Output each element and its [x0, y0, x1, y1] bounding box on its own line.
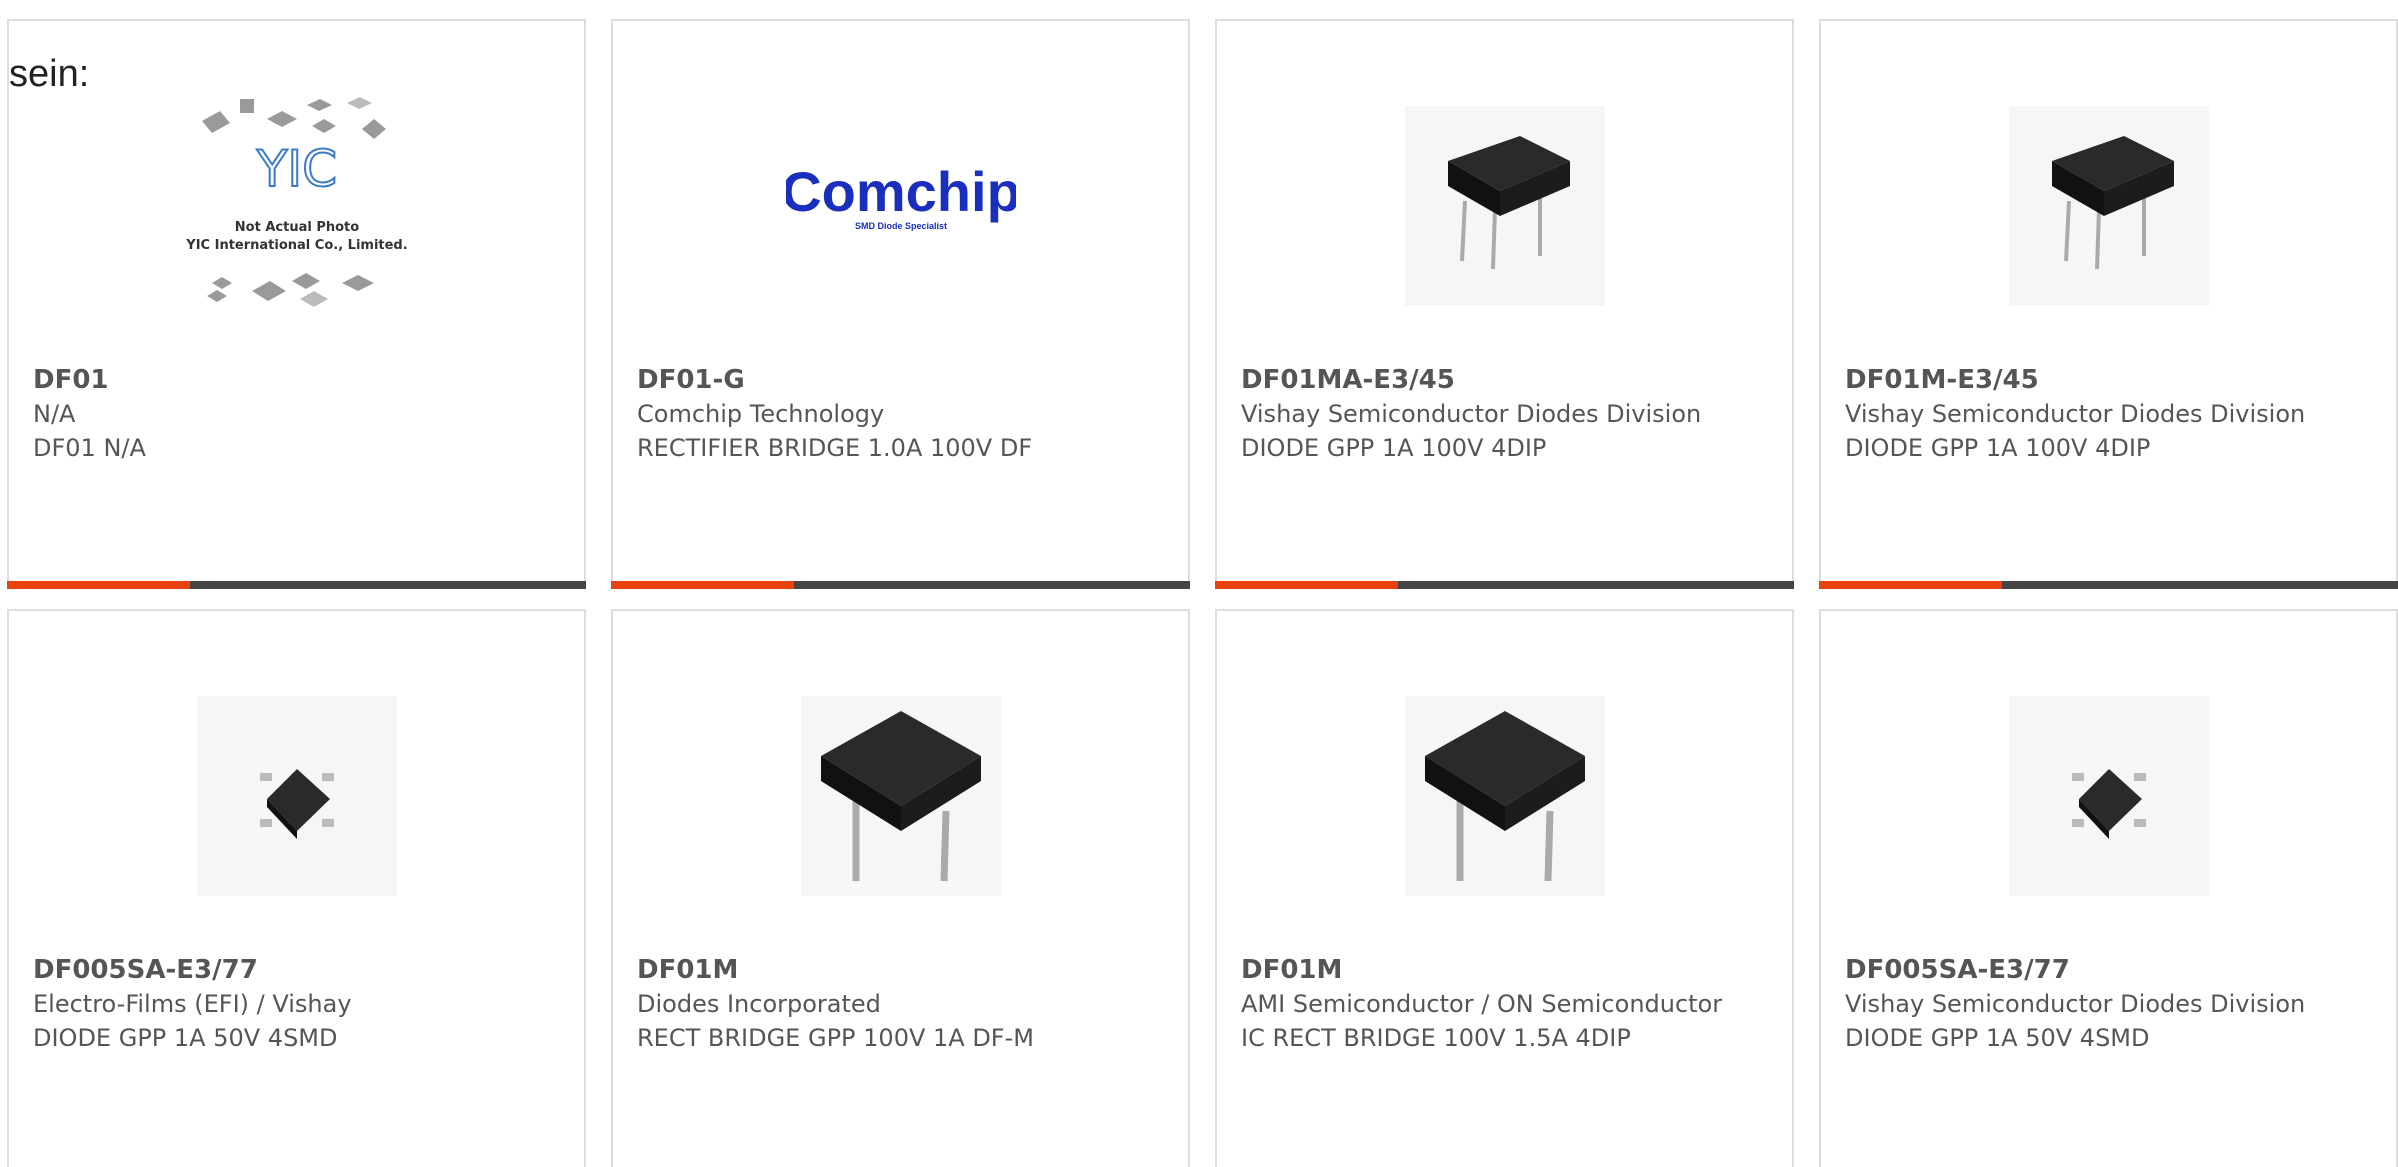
product-card[interactable]: DF01M-E3/45 Vishay Semiconductor Diodes …: [1819, 19, 2398, 589]
description: DIODE GPP 1A 50V 4SMD: [1845, 1024, 2150, 1052]
manufacturer: Comchip Technology: [637, 400, 885, 428]
smd-package-image[interactable]: [182, 681, 412, 911]
dip-package-image[interactable]: [786, 681, 1016, 911]
description: DIODE GPP 1A 100V 4DIP: [1241, 434, 1547, 462]
manufacturer: Vishay Semiconductor Diodes Division: [1241, 400, 1702, 428]
product-info: DF01M AMI Semiconductor / ON Semiconduct…: [1241, 953, 1761, 1055]
product-grid: sein: YIC Not Actual Photo YIC Internati…: [0, 0, 2398, 1167]
product-card[interactable]: DF01M AMI Semiconductor / ON Semiconduct…: [1215, 609, 1794, 1167]
accent-fill: [1215, 581, 1398, 589]
accent-fill: [7, 581, 190, 589]
dip-package-image[interactable]: [1994, 91, 2224, 321]
part-number[interactable]: DF01M-E3/45: [1845, 363, 2365, 397]
part-number[interactable]: DF005SA-E3/77: [1845, 953, 2365, 987]
part-number[interactable]: DF01MA-E3/45: [1241, 363, 1761, 397]
accent-fill: [1819, 581, 2002, 589]
product-card[interactable]: Comchip SMD Diode Specialist DF01-G Comc…: [611, 19, 1190, 589]
product-card[interactable]: DF005SA-E3/77 Vishay Semiconductor Diode…: [1819, 609, 2398, 1167]
part-number[interactable]: DF005SA-E3/77: [33, 953, 553, 987]
dip-package-image[interactable]: [1390, 91, 1620, 321]
manufacturer: AMI Semiconductor / ON Semiconductor: [1241, 990, 1723, 1018]
product-info: DF01M Diodes Incorporated RECT BRIDGE GP…: [637, 953, 1157, 1055]
manufacturer: Vishay Semiconductor Diodes Division: [1845, 400, 2306, 428]
manufacturer: N/A: [33, 400, 76, 428]
product-info: DF01 N/A DF01 N/A: [33, 363, 553, 465]
product-card[interactable]: DF005SA-E3/77 Electro-Films (EFI) / Vish…: [7, 609, 586, 1167]
product-info: DF005SA-E3/77 Vishay Semiconductor Diode…: [1845, 953, 2365, 1055]
card-accent-bar: [1215, 581, 1794, 589]
svg-text:Not Actual Photo: Not Actual Photo: [234, 220, 358, 235]
part-number[interactable]: DF01-G: [637, 363, 1157, 397]
description: RECTIFIER BRIDGE 1.0A 100V DF: [637, 434, 1033, 462]
product-card[interactable]: DF01MA-E3/45 Vishay Semiconductor Diodes…: [1215, 19, 1794, 589]
description: DF01 N/A: [33, 434, 146, 462]
description: DIODE GPP 1A 50V 4SMD: [33, 1024, 338, 1052]
dip-package-image[interactable]: [1390, 681, 1620, 911]
card-accent-bar: [1819, 581, 2398, 589]
card-accent-bar: [7, 581, 586, 589]
manufacturer: Diodes Incorporated: [637, 990, 881, 1018]
product-info: DF005SA-E3/77 Electro-Films (EFI) / Vish…: [33, 953, 553, 1055]
description: DIODE GPP 1A 100V 4DIP: [1845, 434, 2151, 462]
accent-fill: [611, 581, 794, 589]
svg-text:Comchip: Comchip: [786, 160, 1016, 223]
manufacturer: Vishay Semiconductor Diodes Division: [1845, 990, 2306, 1018]
description: RECT BRIDGE GPP 100V 1A DF-M: [637, 1024, 1034, 1052]
yic-placeholder-image[interactable]: YIC Not Actual Photo YIC International C…: [182, 91, 412, 321]
part-number[interactable]: DF01M: [1241, 953, 1761, 987]
svg-text:YIC: YIC: [255, 140, 336, 198]
product-card[interactable]: sein: YIC Not Actual Photo YIC Internati…: [7, 19, 586, 589]
card-accent-bar: [611, 581, 1190, 589]
part-number[interactable]: DF01: [33, 363, 553, 397]
svg-text:YIC International Co., Limited: YIC International Co., Limited.: [185, 238, 407, 253]
part-number[interactable]: DF01M: [637, 953, 1157, 987]
comchip-logo-image[interactable]: Comchip SMD Diode Specialist: [786, 91, 1016, 321]
manufacturer: Electro-Films (EFI) / Vishay: [33, 990, 352, 1018]
smd-package-image[interactable]: [1994, 681, 2224, 911]
product-info: DF01M-E3/45 Vishay Semiconductor Diodes …: [1845, 363, 2365, 465]
svg-text:SMD Diode Specialist: SMD Diode Specialist: [854, 221, 946, 231]
product-card[interactable]: DF01M Diodes Incorporated RECT BRIDGE GP…: [611, 609, 1190, 1167]
lead-text: sein:: [9, 53, 90, 95]
description: IC RECT BRIDGE 100V 1.5A 4DIP: [1241, 1024, 1631, 1052]
product-info: DF01MA-E3/45 Vishay Semiconductor Diodes…: [1241, 363, 1761, 465]
product-info: DF01-G Comchip Technology RECTIFIER BRID…: [637, 363, 1157, 465]
